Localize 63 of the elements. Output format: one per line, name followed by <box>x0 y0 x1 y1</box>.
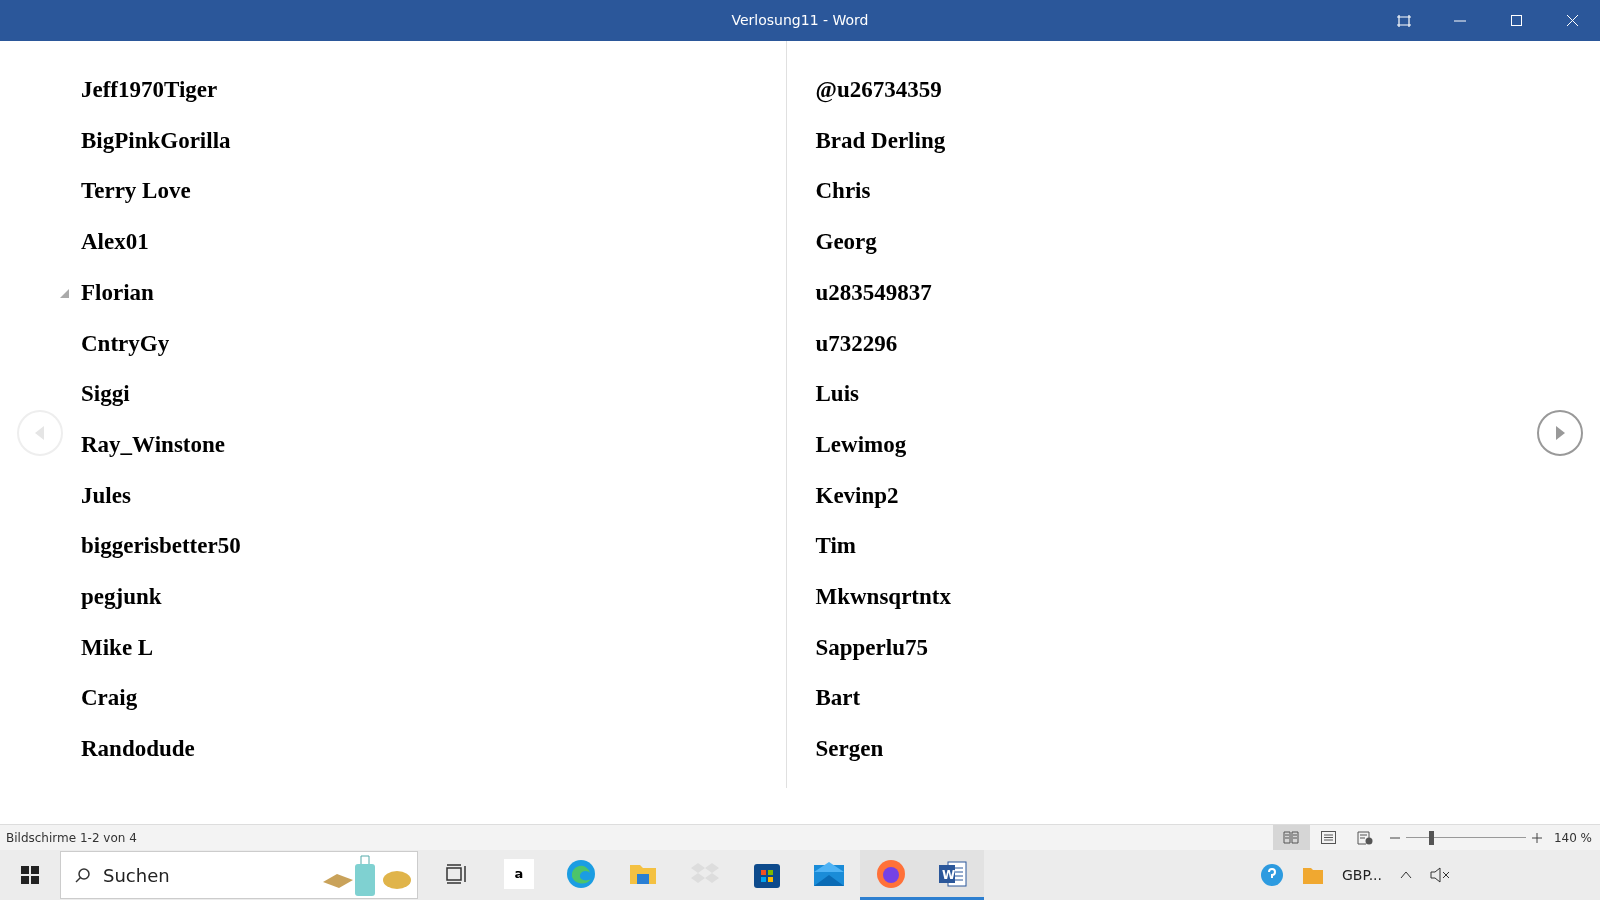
page-info: Bildschirme 1-2 von 4 <box>6 829 137 847</box>
name-entry: Sapperlu75 <box>815 633 928 662</box>
name-entry: Jeff1970Tiger <box>81 76 218 105</box>
name-entry: Mike L <box>81 633 154 662</box>
name-entry: Craig <box>81 684 138 713</box>
name-entry: biggerisbetter50 <box>81 532 241 561</box>
firefox-icon <box>876 858 906 889</box>
mail-icon <box>813 860 845 887</box>
browser-icon <box>566 858 596 889</box>
name-entry: @u26734359 <box>815 76 942 105</box>
tray-text[interactable]: GBP... <box>1341 864 1382 886</box>
name-entry: u283549837 <box>815 278 932 307</box>
left-arrow-icon <box>35 425 45 440</box>
windows-logo-icon <box>21 866 39 884</box>
slider-thumb[interactable] <box>1429 830 1435 845</box>
book-icon <box>1283 831 1300 844</box>
name-entry: Kevinp2 <box>815 481 899 510</box>
name-entry: Florian <box>81 278 154 307</box>
name-entry: Ray_Winstone <box>81 430 225 459</box>
right-arrow-icon <box>1555 425 1565 440</box>
name-entry: Brad Derling <box>815 126 946 155</box>
zoom-slider[interactable] <box>1405 830 1526 845</box>
name-entry: Georg <box>815 228 877 257</box>
name-entry: Lewimog <box>815 430 907 459</box>
collapse-triangle-icon[interactable] <box>60 288 69 298</box>
name-entry: Chris <box>815 177 871 206</box>
name-entry: Luis <box>815 380 859 409</box>
window-title: Verlosung11 - Word <box>731 11 869 30</box>
taskbar-app[interactable]: W <box>922 850 984 900</box>
zoom-level[interactable]: 140 % <box>1553 828 1592 847</box>
taskbar-app[interactable]: a <box>488 850 550 900</box>
close-icon <box>1566 15 1578 26</box>
name-entry: pegjunk <box>81 582 162 611</box>
speaker-muted-icon[interactable] <box>1430 867 1450 883</box>
search-icon <box>75 867 91 883</box>
name-entry: Jules <box>81 481 131 510</box>
name-entry: Alex01 <box>81 228 149 257</box>
name-entry: Sergen <box>815 735 884 764</box>
name-entry: Tim <box>815 532 856 561</box>
name-entry: Randodude <box>81 735 195 764</box>
task-view-icon <box>445 862 469 885</box>
word-letter: W <box>942 866 956 884</box>
chevron-up-icon[interactable] <box>1400 871 1412 879</box>
word-icon <box>938 859 968 888</box>
maximize-icon <box>1510 15 1522 26</box>
name-entry: Mkwnsqrtntx <box>815 582 951 611</box>
next-page-button[interactable] <box>1537 409 1583 456</box>
focus-icon <box>1396 13 1412 28</box>
minimize-icon <box>1454 19 1466 22</box>
amazon-icon: a <box>504 858 534 889</box>
name-entry: Bart <box>815 684 861 713</box>
search-field[interactable]: Suchen <box>60 851 418 899</box>
page-icon <box>1320 831 1336 844</box>
search-input[interactable]: Suchen <box>103 861 319 889</box>
zoom-in-icon[interactable] <box>1531 832 1542 843</box>
taskbar-app[interactable] <box>860 850 922 900</box>
name-entry: CntryGy <box>81 329 170 358</box>
name-entry: BigPinkGorilla <box>81 126 231 155</box>
name-entry: Terry Love <box>81 177 191 206</box>
help-icon[interactable] <box>1259 863 1284 887</box>
web-page-icon <box>1357 830 1374 845</box>
name-entry: u732296 <box>815 329 898 358</box>
name-entry: Siggi <box>81 380 130 409</box>
